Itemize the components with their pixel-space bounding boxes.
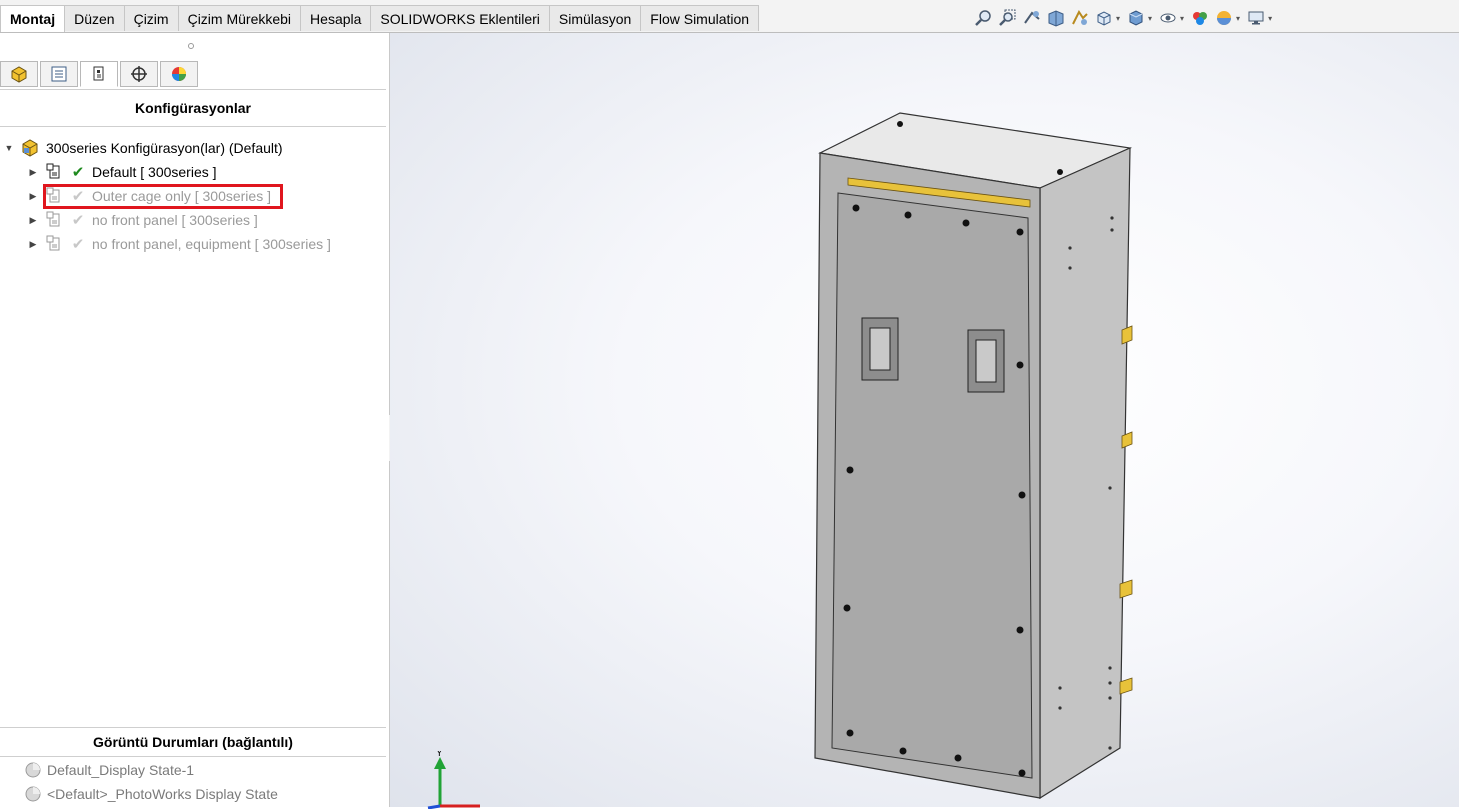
triad-y-label: Y bbox=[436, 751, 443, 759]
property-manager-icon bbox=[51, 66, 67, 82]
display-state-icon bbox=[25, 762, 41, 778]
tab-cizim-murekkebi[interactable]: Çizim Mürekkebi bbox=[177, 5, 302, 31]
property-manager-tab[interactable] bbox=[40, 61, 78, 87]
inactive-check-icon: ✔ bbox=[71, 212, 85, 229]
config-label: Default [ 300series ] bbox=[92, 164, 217, 180]
feature-manager-tab[interactable] bbox=[0, 61, 38, 87]
display-state-label: <Default>_PhotoWorks Display State bbox=[47, 786, 278, 802]
chevron-down-icon[interactable]: ▾ bbox=[1268, 14, 1272, 23]
apply-scene-icon[interactable] bbox=[1214, 8, 1234, 28]
expand-arrow-icon[interactable]: ▶ bbox=[28, 239, 38, 250]
expand-arrow-icon[interactable]: ▶ bbox=[28, 191, 38, 202]
config-row-default[interactable]: ▶ ✔ Default [ 300series ] bbox=[28, 161, 217, 183]
config-row-no-front-panel-equipment[interactable]: ▶ ✔ no front panel, equipment [ 300serie… bbox=[28, 233, 331, 255]
tab-simulasyon[interactable]: Simülasyon bbox=[548, 5, 642, 31]
feature-manager-icon bbox=[11, 66, 27, 83]
heads-up-view-toolbar: ▾ ▾ ▾ ▾ ▾ bbox=[974, 8, 1278, 28]
panel-splitter-handle[interactable] bbox=[188, 43, 194, 49]
dimxpert-manager-tab[interactable] bbox=[120, 61, 158, 87]
cabinet-model[interactable] bbox=[800, 108, 1140, 808]
tab-duzen[interactable]: Düzen bbox=[64, 5, 125, 31]
tree-root[interactable]: ▼ 300series Konfigürasyon(lar) (Default) bbox=[4, 137, 283, 159]
zoom-to-fit-icon[interactable] bbox=[974, 8, 994, 28]
inactive-check-icon: ✔ bbox=[71, 236, 85, 253]
coordinate-triad: Y bbox=[427, 751, 480, 809]
configuration-manager-panel: Konfigürasyonlar ▼ 300series Konfigürasy… bbox=[0, 33, 390, 807]
chevron-down-icon[interactable]: ▾ bbox=[1148, 14, 1152, 23]
chevron-down-icon[interactable]: ▾ bbox=[1180, 14, 1184, 23]
display-manager-icon bbox=[172, 67, 186, 81]
collapse-arrow-icon[interactable]: ▼ bbox=[4, 143, 14, 153]
expand-arrow-icon[interactable]: ▶ bbox=[28, 167, 38, 178]
display-state-row[interactable]: <Default>_PhotoWorks Display State bbox=[24, 783, 278, 805]
hide-show-items-icon[interactable] bbox=[1158, 8, 1178, 28]
config-label: no front panel [ 300series ] bbox=[92, 212, 258, 228]
highlight-annotation-box bbox=[43, 184, 283, 209]
manager-tabs bbox=[0, 61, 200, 87]
configuration-icon bbox=[44, 211, 64, 229]
tab-hesapla[interactable]: Hesapla bbox=[300, 5, 372, 31]
display-style-icon[interactable] bbox=[1126, 8, 1146, 28]
panel-title: Konfigürasyonlar bbox=[0, 89, 386, 127]
command-manager-tabbar: Montaj Düzen Çizim Çizim Mürekkebi Hesap… bbox=[0, 0, 1459, 33]
tree-root-label: 300series Konfigürasyon(lar) (Default) bbox=[46, 140, 283, 156]
assembly-icon bbox=[20, 139, 40, 157]
view-settings-icon[interactable] bbox=[1246, 8, 1266, 28]
dynamic-annotation-icon[interactable] bbox=[1070, 8, 1090, 28]
previous-view-icon[interactable] bbox=[1022, 8, 1042, 28]
display-state-icon bbox=[25, 786, 41, 802]
tab-cizim[interactable]: Çizim bbox=[123, 5, 179, 31]
tab-flow-simulation[interactable]: Flow Simulation bbox=[640, 5, 760, 31]
display-manager-tab[interactable] bbox=[160, 61, 198, 87]
tab-montaj[interactable]: Montaj bbox=[0, 5, 66, 32]
edit-appearance-icon[interactable] bbox=[1190, 8, 1210, 28]
config-label: no front panel, equipment [ 300series ] bbox=[92, 236, 331, 252]
view-orientation-icon[interactable] bbox=[1094, 8, 1114, 28]
dimxpert-manager-icon bbox=[131, 66, 147, 82]
configuration-icon bbox=[44, 235, 64, 253]
zoom-to-area-icon[interactable] bbox=[998, 8, 1018, 28]
configuration-manager-tab[interactable] bbox=[80, 61, 118, 87]
graphics-viewport[interactable]: Y bbox=[390, 33, 1459, 809]
tab-solidworks-eklentileri[interactable]: SOLIDWORKS Eklentileri bbox=[370, 5, 550, 31]
display-state-row[interactable]: Default_Display State-1 bbox=[24, 759, 194, 781]
command-tabs: Montaj Düzen Çizim Çizim Mürekkebi Hesap… bbox=[0, 5, 760, 32]
display-states-title: Görüntü Durumları (bağlantılı) bbox=[0, 727, 386, 757]
section-view-icon[interactable] bbox=[1046, 8, 1066, 28]
configuration-icon bbox=[44, 163, 64, 181]
configuration-manager-icon bbox=[93, 66, 104, 81]
display-state-label: Default_Display State-1 bbox=[47, 762, 195, 778]
chevron-down-icon[interactable]: ▾ bbox=[1236, 14, 1240, 23]
expand-arrow-icon[interactable]: ▶ bbox=[28, 215, 38, 226]
chevron-down-icon[interactable]: ▾ bbox=[1116, 14, 1120, 23]
config-row-no-front-panel[interactable]: ▶ ✔ no front panel [ 300series ] bbox=[28, 209, 258, 231]
active-check-icon: ✔ bbox=[71, 164, 85, 181]
